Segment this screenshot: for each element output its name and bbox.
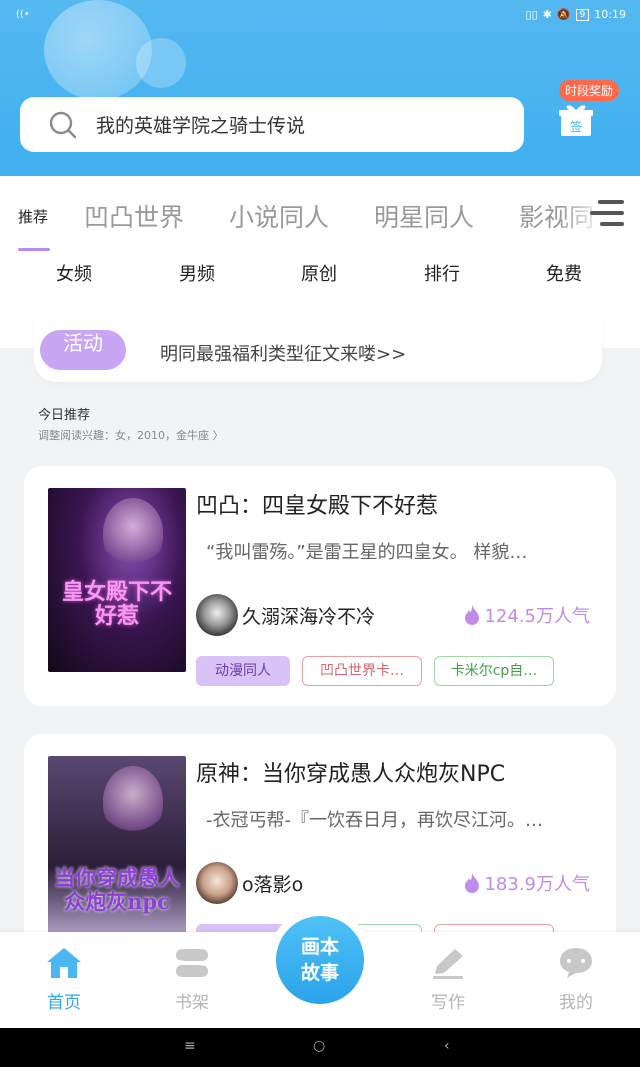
tab-novel-fanfic[interactable]: 小说同人 [229,198,329,234]
category-male[interactable]: 男频 [157,260,237,286]
tabbar-write[interactable]: 写作 [408,946,488,1013]
tab-recommend[interactable]: 推荐 [18,206,48,227]
book-cover[interactable]: 皇女殿下不好惹 [48,488,186,672]
popularity-value: 124.5万人气 [484,606,590,627]
tabbar-home-label: 首页 [47,993,81,1013]
category-female[interactable]: 女频 [34,260,114,286]
book-description: -衣冠丐帮-『一饮吞日月，再饮尽江河。… [206,810,543,831]
bookshelf-icon [176,949,208,977]
category-free[interactable]: 免费 [524,260,604,286]
activity-text: 明同最强福利类型征文来喽>> [160,344,407,365]
book-cover[interactable]: 当你穿成愚人众炮灰npc [48,756,186,940]
cover-title: 当你穿成愚人众炮灰npc [54,865,180,914]
book-card[interactable]: 皇女殿下不好惹 凹凸：四皇女殿下不好惹 “我叫雷殇。”是雷王星的四皇女。 样貌…… [24,466,616,706]
tag[interactable]: 凹凸世界卡… [302,656,422,686]
fire-icon [465,873,480,893]
gift-icon: 签 [559,105,593,136]
activity-pill: 活动 [40,330,126,370]
tag[interactable]: 卡米尔cp自… [434,656,554,686]
tabbar-mine-label: 我的 [559,993,593,1013]
book-title[interactable]: 原神：当你穿成愚人众炮灰NPC [196,756,505,788]
tab-celebrity-fanfic[interactable]: 明星同人 [374,198,474,234]
system-nav-bar: ≡ ○ ‹ [0,1028,640,1067]
mute-icon: 🔕 [556,8,571,21]
book-title[interactable]: 凹凸：四皇女殿下不好惹 [196,488,438,520]
cover-art [103,498,163,568]
decor-bubble [136,38,186,88]
cover-art [103,766,163,836]
status-icons: ▯▯ ✱ 🔕 9 10:19 [526,8,626,21]
picture-story-button[interactable]: 画本故事 [268,908,372,1012]
reward-button[interactable]: 时段奖励 签 [553,80,627,150]
menu-key-icon[interactable]: ≡ [184,1038,196,1054]
reward-label: 时段奖励 [559,80,620,101]
chat-bubble-icon [560,948,592,978]
category-original[interactable]: 原创 [279,260,359,286]
fire-icon [465,605,480,625]
search-text: 我的英雄学院之骑士传说 [96,115,306,137]
header: ((• ▯▯ ✱ 🔕 9 10:19 我的英雄学院之骑士传说 时段奖励 签 [0,0,640,176]
author-name[interactable]: 久溺深海冷不冷 [242,602,375,629]
category-ranking[interactable]: 排行 [402,260,482,286]
back-key-icon[interactable]: ‹ [444,1038,450,1054]
status-bar: ((• ▯▯ ✱ 🔕 9 10:19 [0,0,640,30]
popularity-value: 183.9万人气 [484,874,590,895]
bluetooth-icon: ✱ [542,8,552,21]
wifi-icon: ((• [16,9,30,20]
search-icon [48,110,78,140]
tabbar-shelf-label: 书架 [175,993,209,1013]
author-avatar[interactable] [196,594,238,636]
vibrate-icon: ▯▯ [525,8,538,21]
cover-title: 皇女殿下不好惹 [61,579,172,629]
tab-indicator [18,248,50,251]
search-bar[interactable]: 我的英雄学院之骑士传说 [20,97,524,152]
section-title: 今日推荐 [38,408,91,423]
author-name[interactable]: o落影o [242,870,303,897]
book-description: “我叫雷殇。”是雷王星的四皇女。 样貌… [206,542,528,563]
tabbar-mine[interactable]: 我的 [536,946,616,1013]
tabbar-write-label: 写作 [431,993,465,1013]
sign-label: 签 [570,119,582,134]
tag[interactable]: 动漫同人 [196,656,290,686]
picture-story-label: 画本故事 [276,916,364,1004]
tab-strip: 推荐 凹凸世界 小说同人 明星同人 影视同 [0,176,640,254]
activity-banner[interactable]: 活动 明同最强福利类型征文来喽>> [34,318,602,382]
tab-aotu-world[interactable]: 凹凸世界 [84,198,184,234]
tabbar-shelf[interactable]: 书架 [152,946,232,1013]
tabbar-home[interactable]: 首页 [24,946,104,1013]
author-avatar[interactable] [196,862,238,904]
home-key-icon[interactable]: ○ [313,1038,325,1054]
pen-icon [433,949,463,979]
interest-settings-link[interactable]: 调整阅读兴趣：女，2010，金牛座 〉 [38,427,224,443]
tag-list: 动漫同人 凹凸世界卡… 卡米尔cp自… [196,656,554,686]
battery-icon: 9 [575,8,590,21]
popularity: 183.9万人气 [464,870,590,896]
status-time: 10:19 [594,8,626,21]
menu-icon[interactable] [590,200,626,234]
popularity: 124.5万人气 [464,602,590,628]
home-icon [47,948,81,978]
category-row: 女频 男频 原创 排行 免费 [0,256,640,286]
